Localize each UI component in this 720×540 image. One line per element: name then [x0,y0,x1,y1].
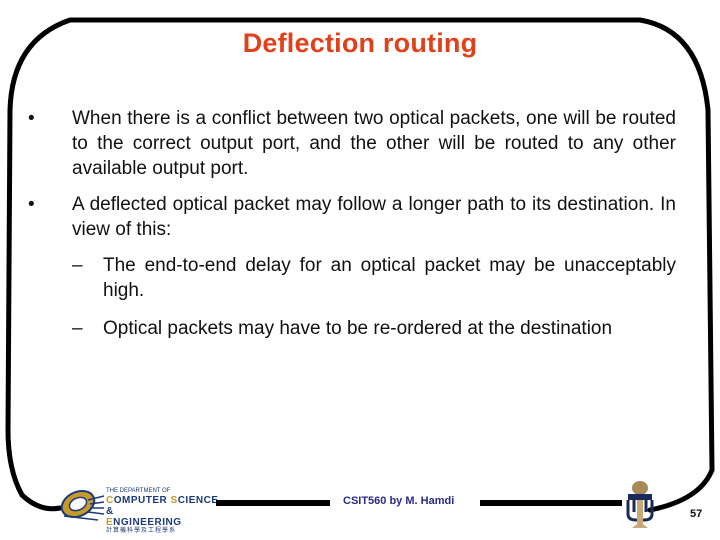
slide-body: • When there is a conflict between two o… [28,106,676,354]
bullet-item: • When there is a conflict between two o… [28,106,676,181]
sub-bullet-marker: – [72,255,83,276]
bullet-marker: • [28,108,35,129]
sub-bullet-item: – The end-to-end delay for an optical pa… [28,253,676,303]
bullet-item: • A deflected optical packet may follow … [28,192,676,242]
sub-bullet-marker: – [72,318,83,339]
bullet-marker: • [28,194,35,215]
footer-divider-left [216,500,330,506]
department-emblem-icon [60,489,105,521]
bullet-text: When there is a conflict between two opt… [72,108,676,179]
department-logo: THE DEPARTMENT OF COMPUTER SCIENCE & ENG… [58,486,228,534]
department-name: THE DEPARTMENT OF COMPUTER SCIENCE & ENG… [106,488,219,534]
slide-title: Deflection routing [242,28,478,58]
bullet-text: A deflected optical packet may follow a … [72,194,676,240]
page-number: 57 [690,508,703,520]
footer-divider-right [480,500,622,506]
footer-author: CSIT560 by M. Hamdi [343,495,455,507]
sub-bullet-text: The end-to-end delay for an optical pack… [103,255,676,301]
university-logo-icon [626,481,654,528]
sub-bullet-text: Optical packets may have to be re-ordere… [103,318,613,339]
sub-bullet-item: – Optical packets may have to be re-orde… [28,316,676,341]
